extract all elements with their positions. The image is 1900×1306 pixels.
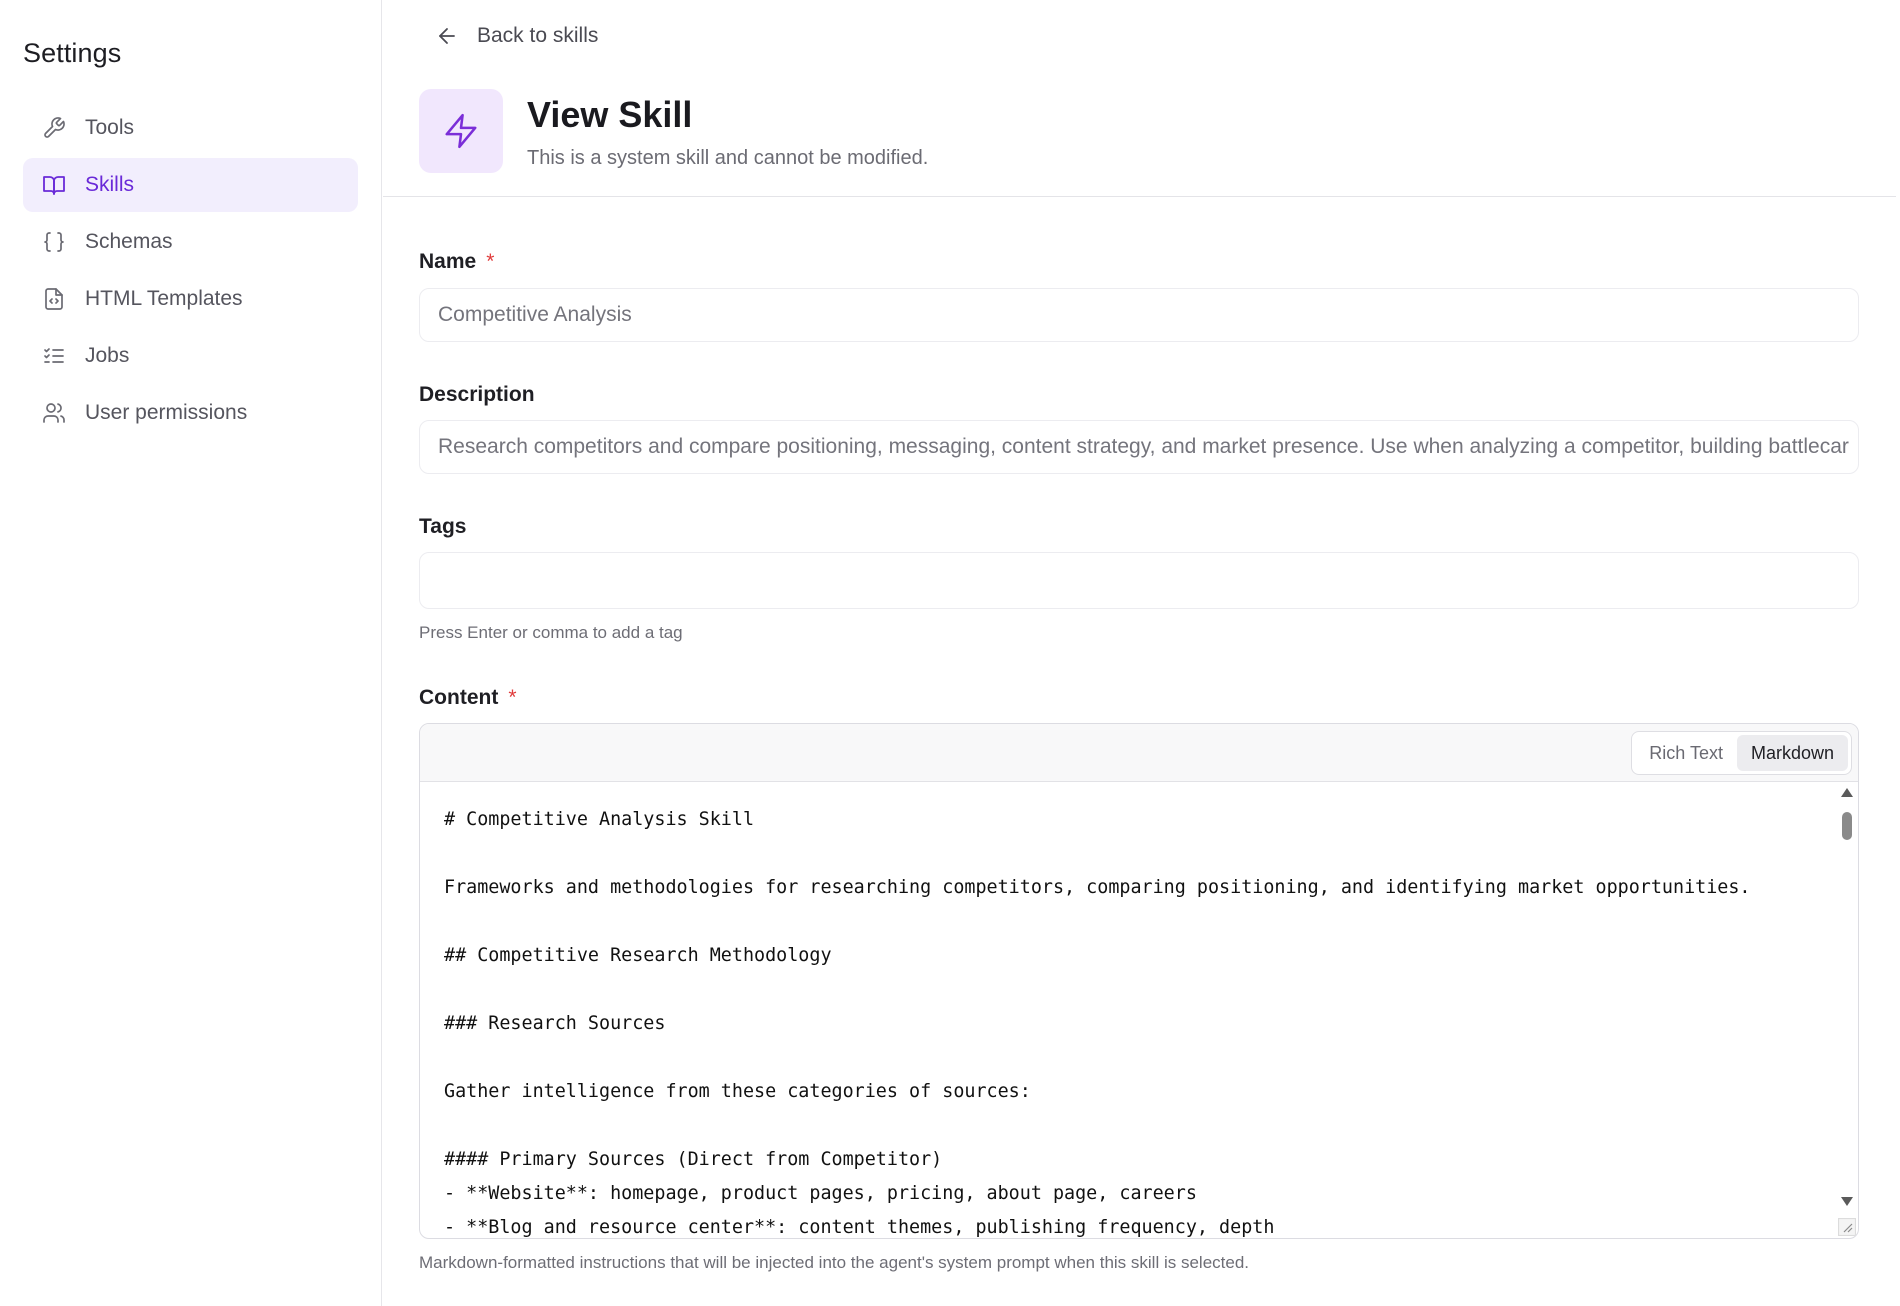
editor-scrollbar[interactable]	[1840, 786, 1854, 1206]
page-title: View Skill	[527, 94, 693, 135]
header-divider	[383, 196, 1896, 197]
lightning-icon	[445, 113, 477, 149]
required-marker: *	[508, 686, 517, 709]
scroll-thumb[interactable]	[1842, 812, 1852, 840]
sidebar-item-schemas[interactable]: Schemas	[23, 215, 358, 269]
sidebar-item-label: HTML Templates	[85, 287, 243, 310]
main-content: Back to skills View Skill This is a syst…	[383, 0, 1900, 1306]
name-value: Competitive Analysis	[438, 303, 632, 326]
content-textarea[interactable]: # Competitive Analysis Skill Frameworks …	[420, 783, 1858, 1238]
name-field[interactable]: Competitive Analysis	[419, 288, 1859, 342]
description-label-text: Description	[419, 383, 535, 406]
sidebar-item-html-templates[interactable]: HTML Templates	[23, 272, 358, 326]
arrow-left-icon	[439, 28, 455, 44]
settings-sidebar: Settings Tools Skills Schemas HTML Templ…	[0, 0, 382, 1306]
sidebar-item-label: Tools	[85, 116, 135, 139]
description-label: Description	[419, 383, 535, 407]
sidebar-item-label: User permissions	[85, 401, 248, 424]
back-to-skills-link[interactable]: Back to skills	[435, 24, 598, 48]
resize-handle-icon[interactable]	[1838, 1218, 1856, 1236]
page-subtitle: This is a system skill and cannot be mod…	[527, 147, 929, 169]
tags-input[interactable]	[419, 552, 1859, 609]
users-icon	[41, 400, 67, 426]
back-link-label: Back to skills	[477, 24, 599, 47]
sidebar-item-skills[interactable]: Skills	[23, 158, 358, 212]
sidebar-item-label: Skills	[85, 173, 135, 196]
sidebar-item-jobs[interactable]: Jobs	[23, 329, 358, 383]
required-marker: *	[486, 250, 495, 273]
content-hint: Markdown-formatted instructions that wil…	[419, 1253, 1250, 1272]
name-label-text: Name	[419, 250, 477, 273]
scroll-down-arrow[interactable]	[1841, 1197, 1853, 1206]
name-label: Name *	[419, 250, 494, 274]
markdown-mode-button[interactable]: Markdown	[1736, 735, 1848, 771]
content-editor: Rich Text Markdown # Competitive Analysi…	[419, 723, 1859, 1239]
description-value: Research competitors and compare positio…	[438, 435, 1849, 458]
braces-icon	[41, 229, 67, 255]
tags-label-text: Tags	[419, 515, 467, 538]
content-label-text: Content	[419, 686, 499, 709]
sidebar-item-label: Jobs	[85, 344, 130, 367]
editor-mode-switch: Rich Text Markdown	[1631, 731, 1852, 775]
sidebar-item-user-permissions[interactable]: User permissions	[23, 386, 358, 440]
tags-hint: Press Enter or comma to add a tag	[419, 623, 683, 642]
book-icon	[41, 172, 67, 198]
wrench-icon	[41, 115, 67, 141]
sidebar-item-tools[interactable]: Tools	[23, 101, 358, 155]
sidebar-title: Settings	[23, 38, 122, 68]
list-checks-icon	[41, 343, 67, 369]
sidebar-nav: Tools Skills Schemas HTML Templates Jobs	[23, 101, 358, 443]
rich-text-mode-button[interactable]: Rich Text	[1635, 735, 1737, 771]
sidebar-item-label: Schemas	[85, 230, 173, 253]
content-label: Content *	[419, 686, 517, 710]
scroll-up-arrow[interactable]	[1841, 788, 1853, 797]
skill-header-icon	[419, 89, 503, 173]
file-code-icon	[41, 286, 67, 312]
editor-toolbar: Rich Text Markdown	[420, 724, 1858, 782]
tags-label: Tags	[419, 515, 466, 539]
description-field[interactable]: Research competitors and compare positio…	[419, 420, 1859, 474]
